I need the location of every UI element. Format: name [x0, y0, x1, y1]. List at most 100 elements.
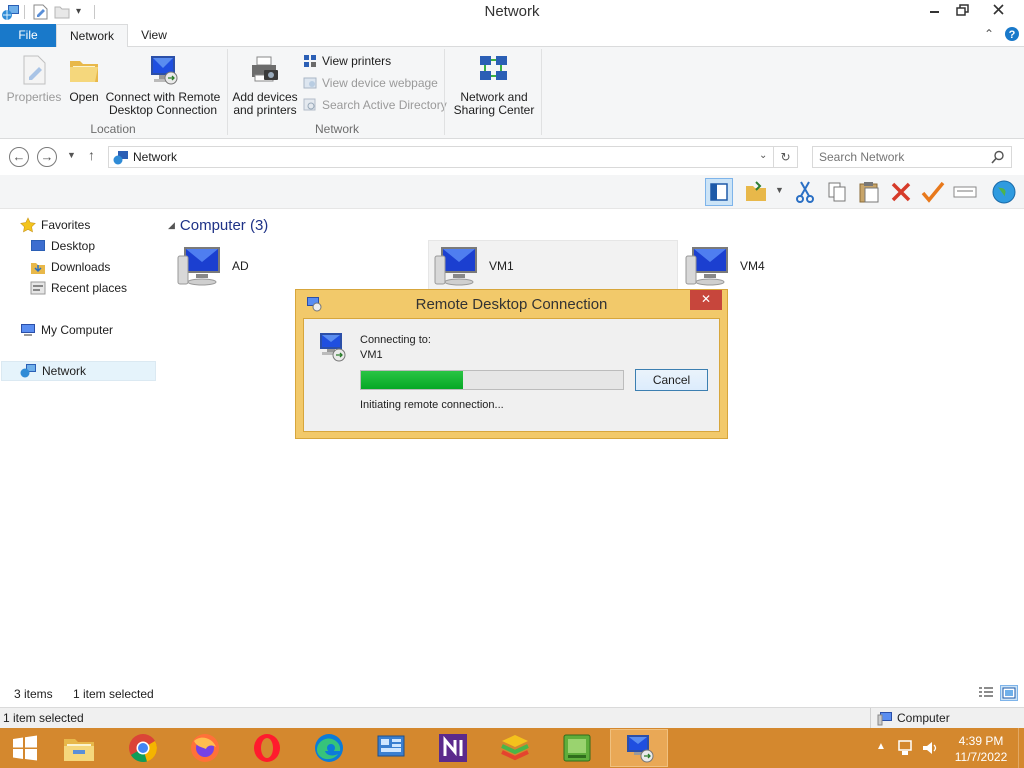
taskbar-notepad-app[interactable]	[424, 729, 482, 767]
globe-icon[interactable]	[990, 178, 1018, 206]
refresh-button[interactable]: ↻	[774, 146, 798, 168]
taskbar-edge[interactable]	[300, 729, 358, 767]
computer-name: VM4	[740, 259, 765, 273]
taskbar-chrome[interactable]	[114, 729, 172, 767]
details-view-icon[interactable]	[978, 686, 994, 700]
search-directory-icon	[303, 98, 316, 111]
minimize-ribbon-icon[interactable]: ⌃	[984, 27, 994, 41]
connect-remote-desktop-button[interactable]: Connect with Remote Desktop Connection	[104, 53, 222, 117]
search-active-directory-button[interactable]: Search Active Directory	[302, 96, 447, 114]
title-bar: ▾ Network	[0, 0, 1024, 24]
network-group-label: Network	[314, 122, 359, 136]
opera-icon	[254, 734, 280, 762]
computer-icon	[21, 324, 35, 336]
collapse-triangle-icon[interactable]: ◢	[168, 220, 175, 231]
search-input[interactable]	[813, 147, 983, 167]
paste-icon[interactable]	[855, 178, 883, 206]
taskbar-remote-desktop[interactable]	[610, 729, 668, 767]
show-desktop-button[interactable]	[1018, 728, 1024, 768]
rename-checkmark-icon[interactable]	[919, 178, 947, 206]
tab-view[interactable]: View	[128, 24, 180, 47]
taskbar-bluestacks[interactable]	[486, 729, 544, 767]
nav-downloads-label: Downloads	[51, 260, 111, 274]
forward-button[interactable]: →	[37, 147, 57, 167]
taskbar-opera[interactable]	[238, 729, 296, 767]
n-app-icon	[439, 734, 467, 762]
new-folder-tool-icon[interactable]	[742, 178, 770, 206]
up-arrow-icon[interactable]: ↑	[88, 147, 95, 163]
computer-monitor-icon	[685, 247, 728, 286]
large-icons-view-icon[interactable]	[1000, 685, 1018, 701]
computer-item[interactable]: VM4	[684, 241, 924, 291]
properties-tool-icon[interactable]	[951, 178, 979, 206]
nav-network[interactable]: Network	[1, 361, 156, 381]
taskbar-green-app[interactable]	[548, 729, 606, 767]
minimize-button[interactable]	[920, 0, 950, 22]
toolbar-dropdown-icon[interactable]: ▼	[775, 185, 784, 195]
dialog-close-button[interactable]: ✕	[690, 290, 722, 310]
help-icon[interactable]: ?	[1004, 26, 1020, 42]
windows-logo-icon	[13, 735, 37, 761]
properties-label: Properties	[6, 90, 62, 104]
open-button[interactable]: Open	[64, 53, 104, 104]
address-dropdown-icon[interactable]: ⌄	[759, 150, 767, 161]
nav-desktop[interactable]: Desktop	[30, 236, 95, 256]
start-button[interactable]	[2, 729, 48, 767]
search-icon[interactable]	[991, 150, 1005, 164]
copy-icon[interactable]	[823, 178, 851, 206]
navigation-pane: Favorites Desktop Downloads Recent place…	[0, 209, 158, 679]
search-box[interactable]	[812, 146, 1012, 168]
close-window-button[interactable]	[984, 0, 1014, 22]
view-device-webpage-button[interactable]: View device webpage	[302, 74, 438, 92]
clock-date: 11/7/2022	[954, 750, 1008, 764]
delete-icon[interactable]	[887, 178, 915, 206]
back-button[interactable]: ←	[9, 147, 29, 167]
computer-name: VM1	[489, 259, 514, 273]
restore-button[interactable]	[948, 0, 978, 22]
remote-computer-icon	[316, 331, 348, 363]
ribbon-tabs: File Network View ⌃ ?	[0, 24, 1024, 48]
nav-downloads[interactable]: Downloads	[30, 257, 110, 277]
properties-button[interactable]: Properties	[4, 53, 64, 104]
network-location-icon	[113, 150, 129, 165]
progress-fill	[361, 371, 464, 389]
remote-desktop-dialog: Remote Desktop Connection ✕ Connecting t…	[295, 289, 728, 439]
volume-icon[interactable]	[921, 739, 939, 757]
computer-item[interactable]: VM1	[428, 240, 678, 292]
tab-file[interactable]: File	[0, 24, 56, 47]
computer-group-header[interactable]: ◢ Computer (3)	[168, 217, 268, 234]
view-printers-button[interactable]: View printers	[302, 52, 391, 70]
preview-pane-button[interactable]	[705, 178, 733, 206]
firefox-icon	[191, 734, 219, 762]
show-hidden-icons-icon[interactable]: ▲	[876, 741, 886, 752]
network-sharing-center-button[interactable]: Network and Sharing Center	[448, 53, 540, 117]
selected-count: 1 item selected	[73, 687, 154, 701]
clock[interactable]: 4:39 PM 11/7/2022	[946, 733, 1016, 765]
taskbar-file-explorer[interactable]	[50, 729, 108, 767]
layers-app-icon	[501, 735, 529, 761]
nav-favorites[interactable]: Favorites	[20, 215, 90, 235]
cut-icon[interactable]	[791, 178, 819, 206]
computer-group-label: Computer (3)	[179, 217, 269, 234]
clock-time: 4:39 PM	[958, 734, 1004, 748]
nav-my-computer[interactable]: My Computer	[20, 320, 113, 340]
nav-my-computer-label: My Computer	[41, 323, 114, 337]
nav-recent-places[interactable]: Recent places	[30, 278, 127, 298]
cancel-button[interactable]: Cancel	[635, 369, 708, 391]
connect-label-line2: Desktop Connection	[108, 103, 218, 117]
selection-info: 1 item selected	[3, 711, 84, 725]
nav-network-label: Network	[42, 364, 87, 378]
network-tray-icon[interactable]	[897, 739, 915, 757]
command-toolbar: ▼	[0, 175, 1024, 209]
connection-status-text: Initiating remote connection...	[360, 399, 504, 411]
remote-desktop-icon	[146, 53, 180, 87]
taskbar-firefox[interactable]	[176, 729, 234, 767]
content-area: ◢ Computer (3) AD VM1 VM4	[158, 209, 1024, 679]
taskbar-control-panel[interactable]	[362, 729, 420, 767]
add-devices-button[interactable]: Add devices and printers	[230, 53, 300, 117]
computer-item[interactable]: AD	[176, 241, 416, 291]
tab-network[interactable]: Network	[56, 24, 128, 48]
recent-locations-icon[interactable]: ▼	[67, 150, 76, 160]
star-icon	[20, 217, 36, 233]
address-bar[interactable]: Network ⌄	[108, 146, 774, 168]
